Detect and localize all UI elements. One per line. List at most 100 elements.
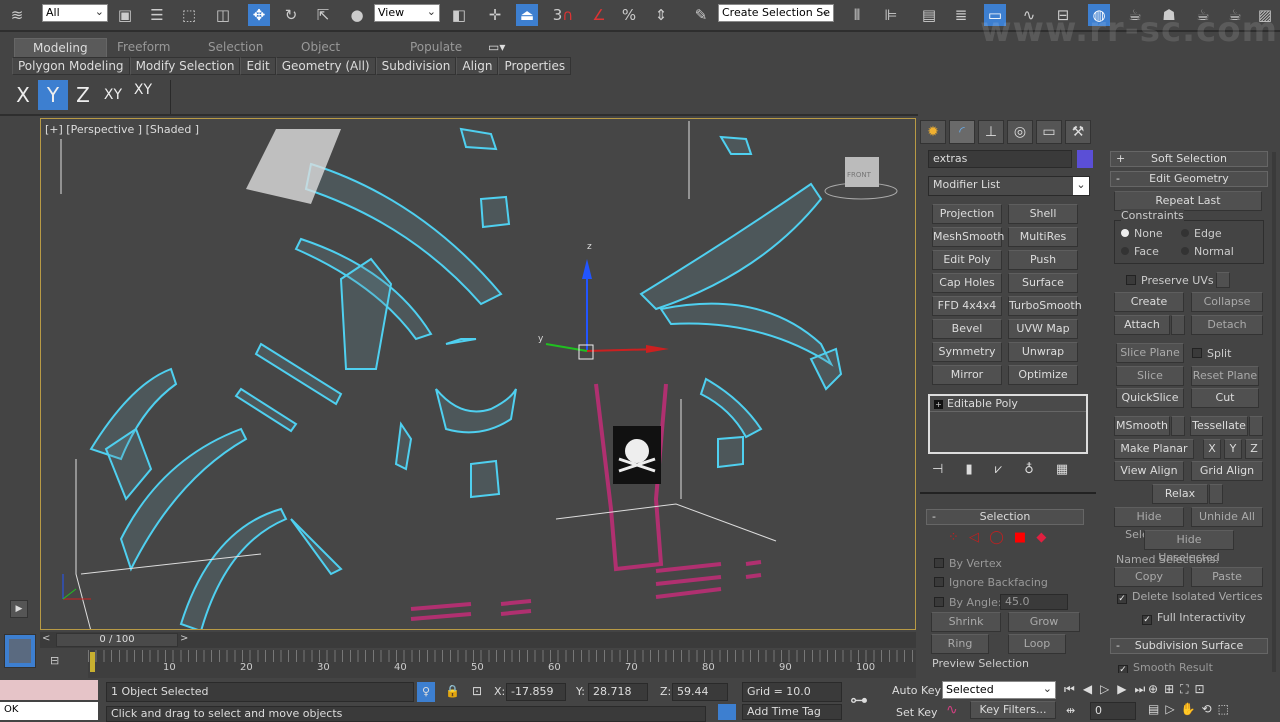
edit-named-selection-icon[interactable]: ✎ <box>690 4 712 26</box>
full-interactivity-checkbox[interactable]: ✓ Full Interactivity <box>1142 611 1246 625</box>
isolate-selection-icon[interactable]: ♀ <box>417 682 435 702</box>
selection-filter-dropdown[interactable]: All ⌄ <box>42 4 108 22</box>
tab-populate[interactable]: Populate <box>410 38 462 57</box>
open-mini-curve-editor-icon[interactable]: ⊟ <box>50 654 59 667</box>
modifier-button-multires[interactable]: MultiRes <box>1008 227 1078 247</box>
utilities-tab-icon[interactable]: ⚒ <box>1065 120 1091 144</box>
msmooth-settings-button[interactable] <box>1171 416 1185 436</box>
slice-button[interactable]: Slice <box>1116 366 1184 386</box>
axis-x-button[interactable]: X <box>8 80 38 110</box>
time-tag-icon[interactable] <box>718 704 736 720</box>
command-panel-scrollbar[interactable] <box>1272 152 1276 672</box>
remove-modifier-icon[interactable]: ♁ <box>1024 462 1034 477</box>
modifier-button-unwrap-uvw[interactable]: Unwrap UVW <box>1008 342 1078 376</box>
current-frame-field[interactable]: 0 <box>1090 702 1136 720</box>
view-align-button[interactable]: View Align <box>1114 461 1184 481</box>
modifier-button-projection[interactable]: Projection <box>932 204 1002 224</box>
named-selection-dropdown[interactable]: Create Selection Se ⌄ <box>718 4 834 22</box>
stack-item-editable-poly[interactable]: + Editable Poly <box>930 396 1086 412</box>
layer-explorer-icon[interactable]: ≣ <box>950 4 972 26</box>
tab-modeling[interactable]: Modeling <box>14 38 107 57</box>
fov-icon[interactable]: ▷ <box>1165 702 1180 716</box>
modifier-button-edit-poly[interactable]: Edit Poly <box>932 250 1002 270</box>
modifier-button-uvw-map[interactable]: UVW Map <box>1008 319 1078 339</box>
set-key-button[interactable]: Set Key <box>896 706 938 719</box>
modifier-button-meshsmooth[interactable]: MeshSmooth <box>932 227 1004 247</box>
slice-plane-button[interactable]: Slice Plane <box>1116 343 1184 363</box>
axis-xy-snap-button[interactable]: XY <box>128 80 158 110</box>
element-level-icon[interactable]: ◆ <box>1036 530 1046 545</box>
delete-isolated-vertices-checkbox[interactable]: ✓ Delete Isolated Vertices <box>1117 590 1263 604</box>
hide-unselected-button[interactable]: Hide Unselected <box>1144 530 1234 564</box>
selection-rollout-header[interactable]: - Selection <box>926 509 1084 525</box>
quickslice-button[interactable]: QuickSlice <box>1116 388 1184 408</box>
motion-tab-icon[interactable]: ◎ <box>1007 120 1033 144</box>
show-end-result-icon[interactable]: ▮ <box>965 462 972 477</box>
preserve-uvs-settings-button[interactable] <box>1216 272 1230 288</box>
key-mode-dropdown[interactable]: Selected ⌄ <box>942 681 1056 699</box>
modifier-button-surface[interactable]: Surface <box>1008 273 1078 293</box>
spinner-snap-icon[interactable]: ⇕ <box>650 4 672 26</box>
selection-lock-icon[interactable]: 🔒 <box>445 684 460 698</box>
zoom-extents-icon[interactable]: ⛶ <box>1180 682 1194 696</box>
pin-stack-icon[interactable]: ⊣ <box>932 462 943 477</box>
auto-key-button[interactable]: Auto Key <box>892 684 941 697</box>
tab-selection[interactable]: Selection <box>208 38 263 57</box>
pivot-center-icon[interactable]: ◧ <box>448 4 470 26</box>
modifier-button-shell[interactable]: Shell <box>1008 204 1078 224</box>
select-by-name-icon[interactable]: ☰ <box>146 4 168 26</box>
constraint-edge-radio[interactable]: Edge <box>1181 227 1222 240</box>
time-slider-thumb[interactable]: 0 / 100 <box>56 633 178 647</box>
modifier-button-turbosmooth[interactable]: TurboSmooth <box>1008 296 1082 316</box>
angle-spinner[interactable]: 45.0 <box>1000 594 1068 610</box>
axis-xy-button[interactable]: XY <box>98 80 128 110</box>
paste-button[interactable]: Paste <box>1191 567 1263 587</box>
viewport-label[interactable]: [+] [Perspective ] [Shaded ] <box>45 123 199 136</box>
repeat-last-button[interactable]: Repeat Last <box>1114 191 1262 211</box>
loop-button[interactable]: Loop <box>1008 634 1066 654</box>
previous-frame-icon[interactable]: ◀ <box>1083 682 1100 696</box>
constraint-face-radio[interactable]: Face <box>1121 245 1159 258</box>
x-coord-field[interactable]: -17.859 <box>506 683 566 701</box>
z-coord-field[interactable]: 59.44 <box>672 683 728 701</box>
angle-snap-icon[interactable]: ∠ <box>588 4 610 26</box>
link-icon[interactable]: ≋ <box>6 4 28 26</box>
create-button[interactable]: Create <box>1114 292 1184 312</box>
make-planar-button[interactable]: Make Planar <box>1114 439 1194 459</box>
y-coord-field[interactable]: 28.718 <box>588 683 648 701</box>
orbit-icon[interactable]: ⟲ <box>1202 702 1218 716</box>
reset-plane-button[interactable]: Reset Plane <box>1191 366 1259 386</box>
panel-polygon-modeling[interactable]: Polygon Modeling <box>12 57 130 75</box>
polygon-level-icon[interactable]: ■ <box>1014 530 1026 545</box>
maxscript-output[interactable]: OK <box>0 702 98 720</box>
play-icon[interactable]: ▷ <box>1100 682 1117 696</box>
edit-geometry-rollout-header[interactable]: - Edit Geometry <box>1110 171 1268 187</box>
hide-selected-button[interactable]: Hide Selected <box>1114 507 1184 541</box>
split-checkbox[interactable]: Split <box>1192 347 1231 360</box>
shrink-button[interactable]: Shrink <box>931 612 1001 632</box>
planar-y-button[interactable]: Y <box>1224 439 1242 459</box>
modifier-button-optimize[interactable]: Optimize <box>1008 365 1078 385</box>
add-time-tag[interactable]: Add Time Tag <box>742 704 842 720</box>
select-move-icon[interactable]: ✥ <box>248 4 270 26</box>
place-icon[interactable]: ● <box>346 4 368 26</box>
select-object-icon[interactable]: ▣ <box>114 4 136 26</box>
ring-button[interactable]: Ring <box>931 634 989 654</box>
unhide-all-button[interactable]: Unhide All <box>1191 507 1263 527</box>
percent-snap-icon[interactable]: % <box>618 4 640 26</box>
zoom-icon[interactable]: ⊕ <box>1148 682 1164 696</box>
planar-z-button[interactable]: Z <box>1245 439 1263 459</box>
copy-button[interactable]: Copy <box>1114 567 1184 587</box>
maximize-viewport-icon[interactable]: ⬚ <box>1218 702 1235 716</box>
tab-object-paint[interactable]: Object Paint <box>301 38 340 73</box>
attach-button[interactable]: Attach <box>1114 315 1170 335</box>
keyboard-shortcut-override-icon[interactable]: ⏏ <box>516 4 538 26</box>
by-angle-checkbox[interactable]: By Angle: <box>934 596 1002 609</box>
make-unique-icon[interactable]: ⩗ <box>995 462 1002 477</box>
track-bar[interactable]: 10 20 30 40 50 60 70 80 90 100 <box>88 650 916 678</box>
pan-icon[interactable]: ✋ <box>1181 702 1202 716</box>
configure-modifier-sets-icon[interactable]: ▦ <box>1056 462 1068 477</box>
prev-frame-arrow[interactable]: < <box>42 633 54 647</box>
axis-y-button[interactable]: Y <box>38 80 68 110</box>
rectangle-selection-icon[interactable]: ⬚ <box>178 4 200 26</box>
